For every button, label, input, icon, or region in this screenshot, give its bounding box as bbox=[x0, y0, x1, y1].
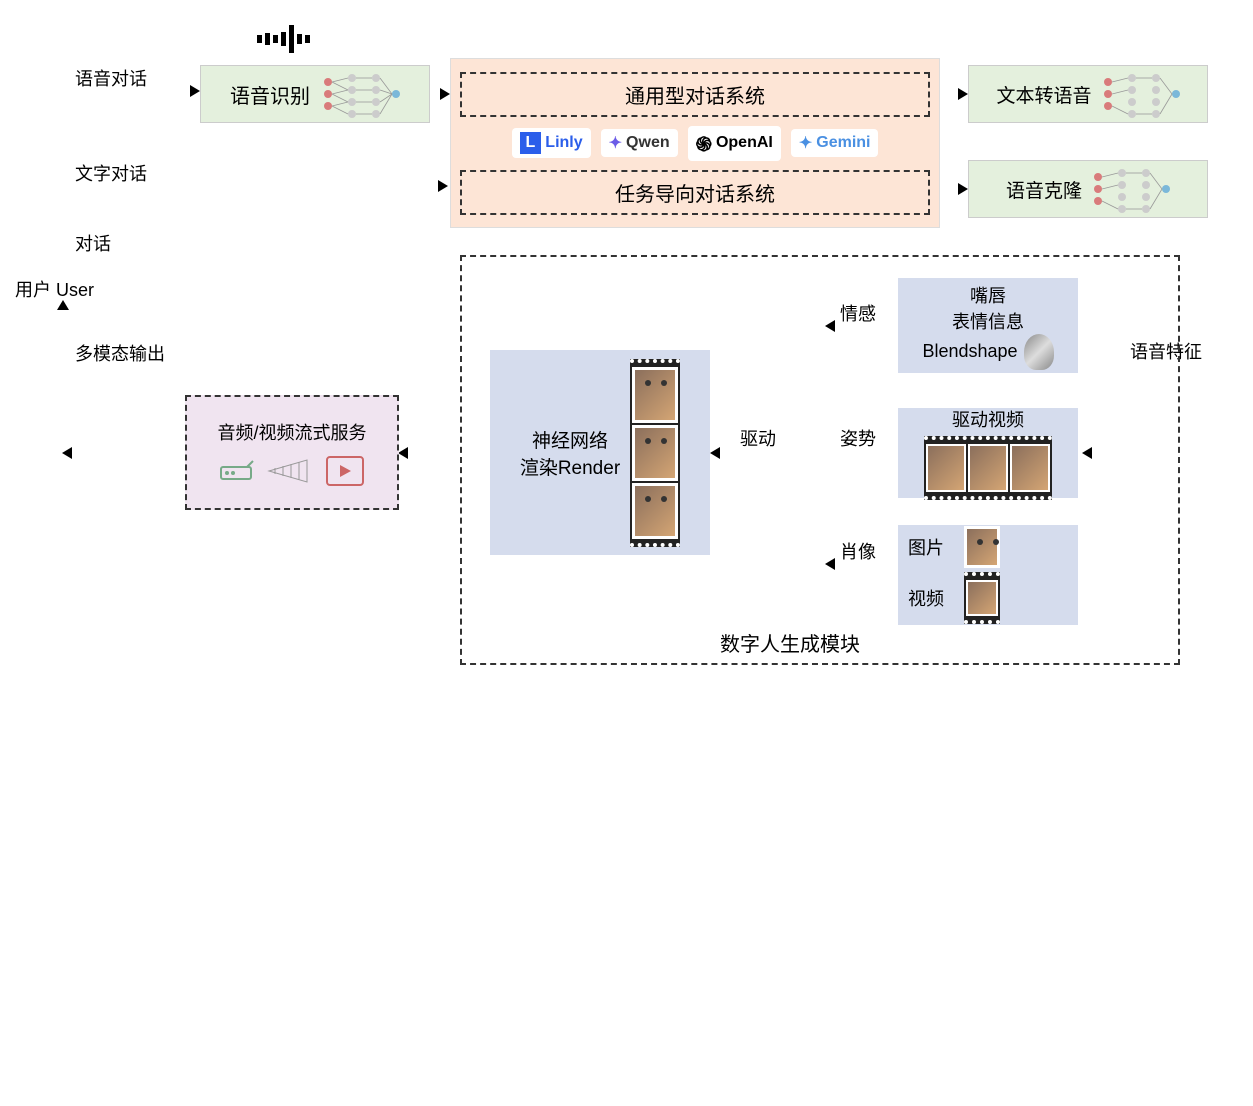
arrow-head-voice bbox=[190, 85, 200, 97]
tts-box: 文本转语音 bbox=[968, 65, 1208, 123]
user-vertical-line bbox=[0, 0, 2, 420]
edge-voice-dialog-label: 语音对话 bbox=[75, 65, 147, 91]
neural-network-icon-tts bbox=[1100, 69, 1180, 119]
streaming-icons bbox=[219, 455, 365, 487]
renderer-text: 神经网络 渲染Render bbox=[520, 426, 620, 480]
neural-network-icon-clone bbox=[1090, 164, 1170, 214]
arrow-head-up-user bbox=[57, 300, 69, 310]
renderer-box: 神经网络 渲染Render bbox=[490, 350, 710, 555]
portrait-image-icon bbox=[964, 526, 1000, 568]
video-row: 视频 bbox=[908, 572, 1000, 624]
arrow-head-dialog-tts bbox=[958, 88, 968, 100]
head-3d-icon bbox=[1024, 334, 1054, 370]
drive-video-label: 驱动视频 bbox=[952, 406, 1024, 432]
logos-row: LLinly ✦Qwen ֍OpenAI ✦Gemini bbox=[512, 126, 879, 161]
arrow-head-drive bbox=[710, 447, 720, 459]
arrow-stream-user bbox=[0, 1046, 123, 1048]
renderer-line1: 神经网络 bbox=[520, 426, 620, 453]
qwen-logo: ✦Qwen bbox=[601, 129, 678, 157]
blendshape-l3-row: Blendshape bbox=[922, 334, 1053, 370]
arrow-head-dialog-clone bbox=[958, 183, 968, 195]
edge-text-dialog-label: 文字对话 bbox=[75, 160, 147, 186]
edge-emotion-label: 情感 bbox=[840, 300, 876, 326]
avatar-module-label: 数字人生成模块 bbox=[720, 628, 860, 657]
user-label: 用户 User bbox=[15, 276, 94, 302]
asr-box: 语音识别 bbox=[200, 65, 430, 123]
voice-clone-box: 语音克隆 bbox=[968, 160, 1208, 218]
arrow-head-emotion bbox=[825, 320, 835, 332]
arrow-drive bbox=[0, 796, 120, 798]
video-player-icon bbox=[325, 455, 365, 487]
arrow-head-portrait bbox=[825, 558, 835, 570]
arrow-head-asr-dialog bbox=[440, 88, 450, 100]
waveform-icon bbox=[257, 25, 310, 53]
blendshape-l1: 嘴唇 bbox=[970, 282, 1006, 308]
arrow-head-stream-user bbox=[62, 447, 72, 459]
edge-multimodal-label: 多模态输出 bbox=[75, 340, 165, 366]
neural-network-icon bbox=[320, 69, 400, 119]
drive-video-filmstrip bbox=[924, 436, 1052, 500]
image-row: 图片 bbox=[908, 526, 1000, 568]
rendered-filmstrip bbox=[630, 359, 680, 547]
arrow-head-text bbox=[438, 180, 448, 192]
asr-label: 语音识别 bbox=[230, 80, 310, 109]
arrow-head-renderer-stream bbox=[398, 447, 408, 459]
line-clone-out bbox=[0, 432, 25, 434]
edge-portrait-label: 肖像 bbox=[840, 538, 876, 564]
line-speech-down bbox=[0, 434, 2, 794]
streaming-label: 音频/视频流式服务 bbox=[217, 419, 366, 445]
branch-vertical bbox=[0, 798, 2, 1038]
edge-drive-label: 驱动 bbox=[740, 425, 776, 451]
line-user-bottom bbox=[0, 1048, 2, 1106]
dialog-system-container: 通用型对话系统 LLinly ✦Qwen ֍OpenAI ✦Gemini 任务导… bbox=[450, 58, 940, 228]
edge-pose-label: 姿势 bbox=[840, 425, 876, 451]
router-icon bbox=[219, 459, 259, 483]
drive-video-box: 驱动视频 bbox=[898, 408, 1078, 498]
voice-clone-label: 语音克隆 bbox=[1006, 176, 1082, 203]
tts-label: 文本转语音 bbox=[996, 81, 1091, 108]
streaming-box: 音频/视频流式服务 bbox=[185, 395, 399, 510]
portrait-box: 图片 视频 bbox=[898, 525, 1078, 625]
openai-logo: ֍OpenAI bbox=[688, 126, 781, 161]
portrait-video-icon bbox=[964, 572, 1000, 624]
edge-dialog-label: 对话 bbox=[75, 230, 111, 256]
blendshape-l2: 表情信息 bbox=[952, 308, 1024, 334]
linly-logo: LLinly bbox=[512, 128, 591, 158]
signal-cone-icon bbox=[267, 456, 317, 486]
task-dialog-box: 任务导向对话系统 bbox=[460, 170, 930, 215]
general-dialog-box: 通用型对话系统 bbox=[460, 72, 930, 117]
image-label: 图片 bbox=[908, 534, 944, 560]
blendshape-l3: Blendshape bbox=[922, 341, 1017, 362]
video-label: 视频 bbox=[908, 585, 944, 611]
user-cn: 用户 bbox=[15, 280, 51, 300]
renderer-line2: 渲染Render bbox=[520, 453, 620, 480]
gemini-logo: ✦Gemini bbox=[791, 129, 879, 157]
blendshape-box: 嘴唇 表情信息 Blendshape bbox=[898, 278, 1078, 373]
user-en: User bbox=[56, 280, 94, 300]
